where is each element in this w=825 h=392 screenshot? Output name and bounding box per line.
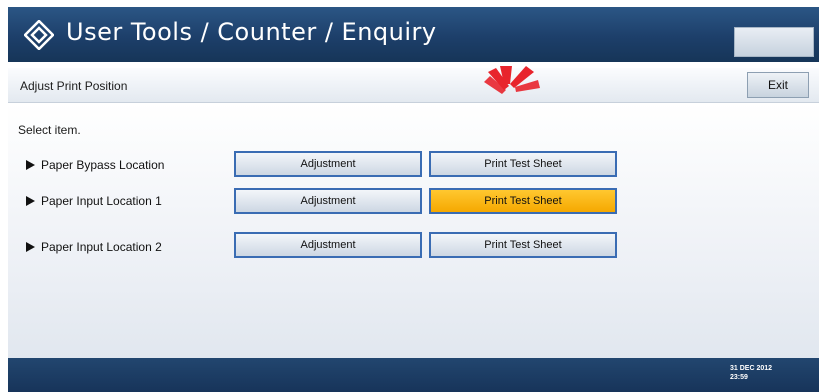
adjustment-button-input-2[interactable]: Adjustment	[234, 232, 422, 258]
date-time-display: 31 DEC 2012 23:59	[730, 364, 772, 382]
print-test-sheet-button-input-2[interactable]: Print Test Sheet	[429, 232, 617, 258]
status-footer: 31 DEC 2012 23:59	[8, 358, 819, 392]
screen-title: Adjust Print Position	[20, 79, 128, 93]
title-bar: User Tools / Counter / Enquiry	[8, 7, 819, 62]
screen: User Tools / Counter / Enquiry Adjust Pr…	[0, 0, 825, 392]
footer-time: 23:59	[730, 374, 748, 381]
content-area: Select item. Paper Bypass Location Adjus…	[8, 103, 819, 358]
print-test-sheet-button-input-1[interactable]: Print Test Sheet	[429, 188, 617, 214]
diamond-logo-icon	[24, 20, 54, 50]
triangle-right-icon	[26, 242, 35, 252]
row-label-text: Paper Input Location 2	[41, 240, 162, 254]
title-bar-button[interactable]	[734, 27, 814, 57]
touch-pointer-icon	[484, 66, 540, 94]
print-test-sheet-button-bypass[interactable]: Print Test Sheet	[429, 151, 617, 177]
exit-button[interactable]: Exit	[747, 72, 809, 98]
row-label-paper-input-location-1: Paper Input Location 1	[26, 194, 162, 208]
sub-header: Adjust Print Position Exit	[8, 68, 819, 103]
row-label-paper-bypass-location: Paper Bypass Location	[26, 158, 164, 172]
row-label-paper-input-location-2: Paper Input Location 2	[26, 240, 162, 254]
row-label-text: Paper Input Location 1	[41, 194, 162, 208]
row-label-text: Paper Bypass Location	[41, 158, 165, 172]
triangle-right-icon	[26, 160, 35, 170]
select-prompt: Select item.	[18, 123, 81, 137]
triangle-right-icon	[26, 196, 35, 206]
footer-date: 31 DEC 2012	[730, 365, 773, 372]
adjustment-button-input-1[interactable]: Adjustment	[234, 188, 422, 214]
page-title: User Tools / Counter / Enquiry	[66, 18, 437, 46]
adjustment-button-bypass[interactable]: Adjustment	[234, 151, 422, 177]
